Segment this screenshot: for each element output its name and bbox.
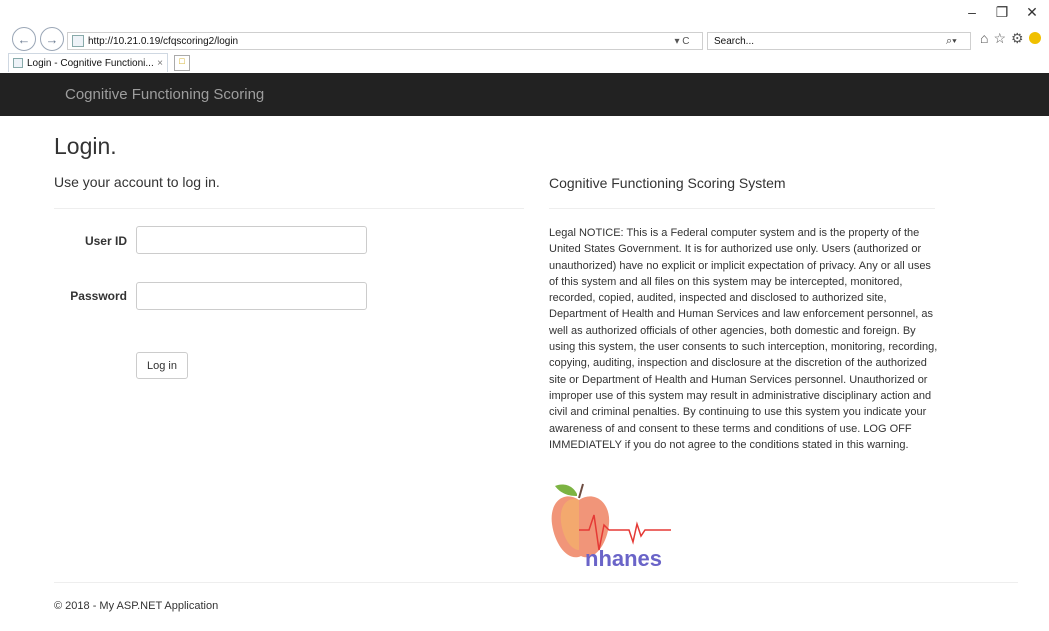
page-icon: [72, 35, 84, 47]
divider: [54, 208, 524, 209]
page-title: Login.: [54, 133, 117, 159]
new-tab-icon[interactable]: □: [174, 55, 190, 71]
title-bar: – ❐ ✕: [0, 0, 1049, 30]
logo-text: nhanes: [585, 546, 662, 570]
gear-icon[interactable]: ⚙: [1011, 30, 1024, 47]
tab-page-icon: [13, 58, 23, 68]
restore-button[interactable]: ❐: [987, 4, 1017, 20]
tab-title: Login - Cognitive Functioni...: [27, 57, 154, 69]
nhanes-logo-graphic: nhanes: [551, 483, 671, 571]
legal-notice: Legal NOTICE: This is a Federal computer…: [549, 227, 938, 451]
footer-text: © 2018 - My ASP.NET Application: [54, 600, 219, 612]
search-placeholder[interactable]: Search...: [714, 36, 946, 47]
site-navbar: Cognitive Functioning Scoring: [0, 73, 1049, 116]
forward-arrow-icon[interactable]: →: [40, 27, 64, 51]
refresh-icon[interactable]: ▾ C: [662, 36, 702, 47]
login-subtitle: Use your account to log in.: [54, 174, 220, 190]
search-box[interactable]: Search... ⌕▾: [707, 32, 971, 50]
user-id-label: User ID: [84, 234, 127, 248]
tab-login[interactable]: Login - Cognitive Functioni... ×: [8, 53, 168, 72]
toolbar-icons: ⌂ ☆ ⚙: [980, 30, 1041, 47]
browser-chrome: – ❐ ✕ ← → http://10.21.0.19/cfqscoring2/…: [0, 0, 1049, 73]
tab-close-icon[interactable]: ×: [157, 58, 163, 69]
favorites-star-icon[interactable]: ☆: [993, 30, 1006, 47]
system-heading: Cognitive Functioning Scoring System: [549, 175, 786, 191]
password-label: Password: [70, 289, 127, 303]
address-bar[interactable]: http://10.21.0.19/cfqscoring2/login ▾ C: [67, 32, 703, 50]
user-id-input[interactable]: [136, 226, 367, 254]
url-text[interactable]: http://10.21.0.19/cfqscoring2/login: [88, 36, 662, 47]
divider: [549, 208, 935, 209]
login-button[interactable]: Log in: [136, 352, 188, 379]
password-input[interactable]: [136, 282, 367, 310]
back-arrow-icon[interactable]: ←: [12, 27, 36, 51]
nhanes-logo: nhanes: [549, 480, 679, 571]
footer-divider: [54, 582, 1018, 583]
tab-bar: Login - Cognitive Functioni... × □: [0, 52, 1049, 73]
close-window-button[interactable]: ✕: [1017, 4, 1047, 20]
minimize-button[interactable]: –: [957, 4, 987, 20]
feedback-smiley-icon[interactable]: [1028, 32, 1041, 44]
home-icon[interactable]: ⌂: [980, 30, 988, 47]
search-icon[interactable]: ⌕▾: [946, 35, 970, 48]
navbar-brand[interactable]: Cognitive Functioning Scoring: [65, 86, 264, 103]
